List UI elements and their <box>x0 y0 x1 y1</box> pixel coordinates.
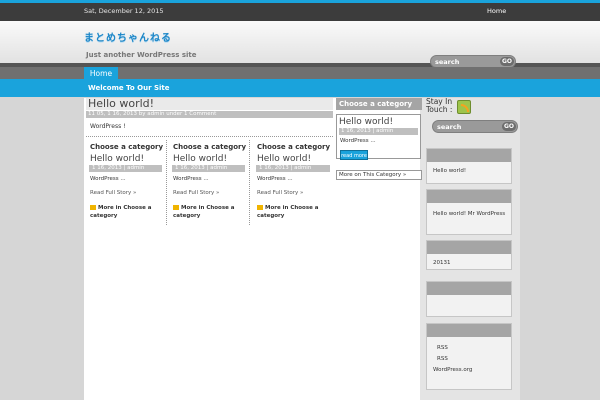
sidebar: Stay In Touch : <box>426 98 516 116</box>
post-excerpt: WordPress ! <box>86 118 333 137</box>
column-post-meta: 1 16, 2013 | admin <box>172 165 245 172</box>
sidebar-search-button[interactable]: GO <box>502 122 516 131</box>
column-post-title[interactable]: Hello world! <box>169 151 249 164</box>
main-post: Hello world! 11 05, 1 16, 2013 by admin … <box>86 98 333 137</box>
read-full-story-link[interactable]: Read Full Story » <box>86 182 166 196</box>
sidebar-widget-recent-comments: Hello world! Mr WordPress <box>426 189 512 235</box>
column-post-excerpt: WordPress ... <box>90 176 126 182</box>
featured-post-title[interactable]: Hello world! <box>337 115 420 127</box>
site-logo[interactable]: まとめちゃんねる <box>84 29 172 44</box>
category-icon <box>173 205 179 210</box>
read-more-button[interactable]: read more <box>340 150 368 160</box>
stay-in-touch: Stay In Touch : <box>426 98 516 116</box>
main-nav: Home <box>0 67 600 81</box>
more-on-category-link[interactable]: More on This Category » <box>336 170 422 180</box>
widget-header <box>427 241 511 254</box>
featured-heading: Choose a category <box>336 98 422 110</box>
widget-link[interactable]: WordPress.org <box>433 365 511 376</box>
post-title[interactable]: Hello world! <box>86 98 333 110</box>
category-icon <box>90 205 96 210</box>
widget-header <box>427 282 511 295</box>
featured-post-excerpt: WordPress ... <box>340 138 376 144</box>
column-post-excerpt: WordPress ... <box>257 176 293 182</box>
more-in-category-label: More in Choose a category <box>90 205 152 219</box>
column-heading: Choose a category <box>90 143 164 151</box>
top-nav-home-link[interactable]: Home <box>487 7 506 15</box>
more-in-category-link[interactable]: More in Choose a category <box>86 196 166 220</box>
widget-header <box>427 149 511 162</box>
search-placeholder: search <box>435 58 460 66</box>
category-columns: Choose a category Hello world! 1 16, 201… <box>86 140 333 225</box>
welcome-banner: Welcome To Our Site <box>0 79 600 97</box>
rss-icon[interactable] <box>457 100 471 114</box>
widget-link[interactable]: 20131 <box>433 260 451 266</box>
read-full-story-link[interactable]: Read Full Story » <box>169 182 249 196</box>
column-heading: Choose a category <box>173 143 247 151</box>
widget-header <box>427 324 511 337</box>
sidebar-widget-archives: 20131 <box>426 240 512 270</box>
column-post-title[interactable]: Hello world! <box>86 151 166 164</box>
more-in-category-label: More in Choose a category <box>257 205 319 219</box>
read-full-story-link[interactable]: Read Full Story » <box>253 182 334 196</box>
widget-link[interactable]: RSS <box>433 354 511 365</box>
site-header: まとめちゃんねる Just another WordPress site sea… <box>0 21 600 68</box>
widget-header <box>427 190 511 203</box>
site-tagline: Just another WordPress site <box>86 51 197 59</box>
widget-link[interactable]: Hello world! Mr WordPress <box>433 211 505 217</box>
column-post-excerpt: WordPress ... <box>173 176 209 182</box>
sidebar-widget-categories <box>426 281 512 317</box>
category-column: Choose a category Hello world! 1 16, 201… <box>86 140 167 225</box>
welcome-text: Welcome To Our Site <box>88 84 170 92</box>
widget-link[interactable]: Hello world! <box>433 168 466 174</box>
search-placeholder: search <box>437 123 462 131</box>
column-post-meta: 1 16, 2013 | admin <box>256 165 330 172</box>
stay-in-touch-label: Stay In Touch : <box>426 97 453 114</box>
post-meta: 11 05, 1 16, 2013 by admin under 1 Comme… <box>86 111 333 118</box>
widget-link[interactable]: RSS <box>433 343 511 354</box>
header-search-button[interactable]: GO <box>500 57 514 66</box>
column-post-meta: 1 16, 2013 | admin <box>89 165 162 172</box>
sidebar-widget-meta: RSS RSS WordPress.org <box>426 323 512 390</box>
sidebar-widget-recent-posts: Hello world! <box>426 148 512 184</box>
date-label: Sat, December 12, 2015 <box>84 7 164 15</box>
column-heading: Choose a category <box>257 143 331 151</box>
top-bar: Sat, December 12, 2015 Home <box>0 3 600 21</box>
column-post-title[interactable]: Hello world! <box>253 151 334 164</box>
category-icon <box>257 205 263 210</box>
more-in-category-label: More in Choose a category <box>173 205 235 219</box>
category-column: Choose a category Hello world! 1 16, 201… <box>169 140 250 225</box>
more-in-category-link[interactable]: More in Choose a category <box>169 196 249 220</box>
sidebar-search-input[interactable]: search GO <box>432 120 518 133</box>
more-in-category-link[interactable]: More in Choose a category <box>253 196 334 220</box>
featured-post-meta: 1 16, 2013 | admin <box>339 128 418 135</box>
category-column: Choose a category Hello world! 1 16, 201… <box>253 140 334 225</box>
